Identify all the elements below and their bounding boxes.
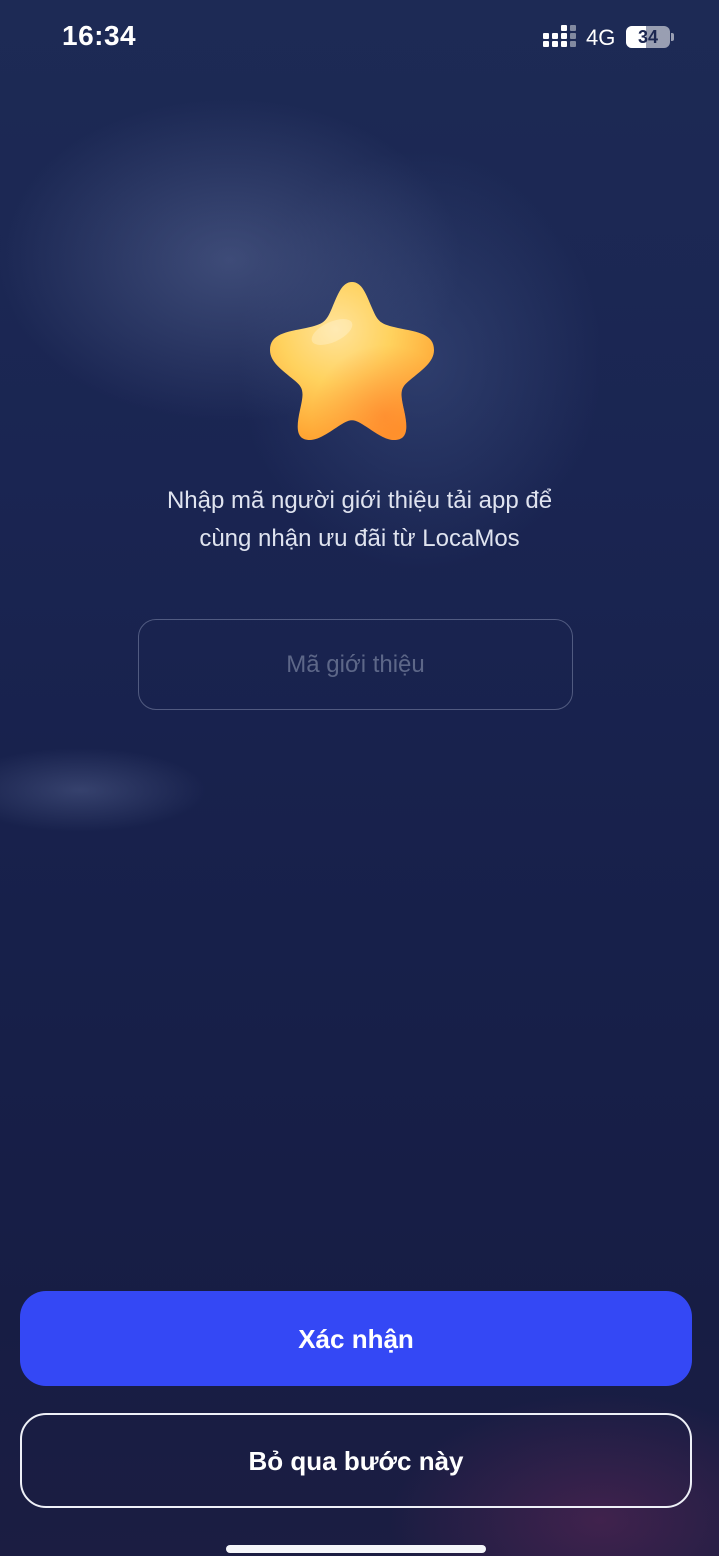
status-time: 16:34 — [62, 20, 137, 51]
battery-level: 34 — [637, 27, 659, 47]
network-type: 4G — [586, 25, 616, 50]
battery-tip — [671, 33, 674, 41]
referral-screen: 16:34 4G 34 Nhập mã người giới thiệu tải… — [0, 0, 719, 1556]
referral-code-input[interactable] — [138, 619, 573, 710]
battery-icon: 34 — [626, 26, 670, 48]
referral-message-line-1: Nhập mã người giới thiệu tải app để — [166, 487, 553, 514]
star-icon — [270, 282, 434, 440]
referral-message-line-2: cùng nhận ưu đãi từ LocaMos — [199, 525, 520, 552]
signal-strength-icon — [543, 25, 576, 47]
skip-step-button[interactable]: Bỏ qua bước này — [20, 1413, 692, 1508]
home-indicator[interactable] — [226, 1545, 486, 1553]
status-bar: 16:34 4G 34 — [0, 0, 719, 76]
referral-message: Nhập mã người giới thiệu tải app để cùng… — [80, 482, 639, 558]
confirm-button[interactable]: Xác nhận — [20, 1291, 692, 1386]
